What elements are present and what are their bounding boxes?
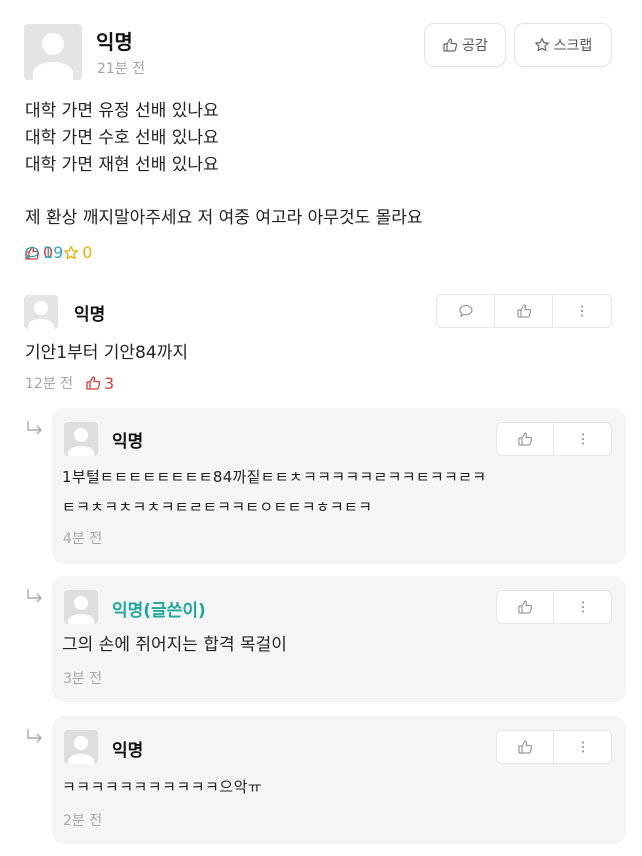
reply-button[interactable]: [437, 295, 495, 327]
thumbs-up-icon: [443, 38, 458, 52]
reply-author: 익명: [112, 432, 144, 452]
reply-actions: [496, 590, 612, 624]
comment-meta: 12분 전 3: [25, 373, 114, 393]
comment-time: 12분 전: [25, 376, 74, 392]
reply-author: 익명: [112, 741, 144, 761]
speech-bubble-icon: [458, 304, 473, 318]
reply-like-button[interactable]: [497, 591, 555, 623]
post-header: 익명 21분 전 공감 스크랩: [24, 22, 624, 82]
like-button[interactable]: 공감: [424, 23, 506, 67]
reply: 익명 1부털ㅌㅌㅌㅌㅌㅌㅌㅌ84까짙ㅌㅌㅊㅋㅋㅋㅋㅋㄹㅋㅋㅌㅋㅋㄹㅋ ㅌㅋㅊㅋㅊ…: [52, 408, 626, 564]
post-time: 21분 전: [97, 61, 146, 77]
reply-like-button[interactable]: [497, 423, 555, 455]
thumbs-up-icon: [518, 432, 533, 446]
post-line: 제 환상 깨지말아주세요 저 여중 여고라 아무것도 몰라요: [25, 208, 423, 228]
reply-time: 4분 전: [63, 531, 103, 547]
reply: 익명(글쓴이) 그의 손에 쥐어지는 합격 목걸이 3분 전: [52, 576, 626, 702]
more-vertical-icon: [581, 741, 584, 753]
more-vertical-icon: [581, 601, 584, 613]
avatar: [64, 422, 98, 456]
reply-like-button[interactable]: [497, 731, 555, 763]
reply-author: 익명(글쓴이): [112, 601, 206, 621]
scrap-label: 스크랩: [553, 38, 593, 54]
thumbs-up-icon: [86, 376, 101, 390]
reply-text-line: 1부털ㅌㅌㅌㅌㅌㅌㅌㅌ84까짙ㅌㅌㅊㅋㅋㅋㅋㅋㄹㅋㅋㅌㅋㅋㄹㅋ: [62, 468, 487, 486]
reply-actions: [496, 422, 612, 456]
comment: 익명 기안1부터 기안84까지 12분 전 3: [24, 292, 624, 402]
reply: 익명 ㅋㅋㅋㅋㅋㅋㅋㅋㅋㅋㅋ으악ㅠ 2분 전: [52, 716, 626, 844]
comment-count: 19: [24, 243, 63, 262]
avatar: [24, 24, 82, 80]
more-vertical-icon: [580, 305, 584, 317]
thumbs-up-icon: [518, 740, 533, 754]
post-body: 대학 가면 유정 선배 있나요 대학 가면 수호 선배 있나요 대학 가면 재현…: [25, 98, 423, 232]
comment-like-button[interactable]: [495, 295, 553, 327]
post-line: 대학 가면 유정 선배 있나요: [25, 101, 219, 121]
thumbs-up-icon: [518, 600, 533, 614]
reply-time: 2분 전: [63, 813, 103, 829]
scrap-button[interactable]: 스크랩: [514, 23, 612, 67]
speech-bubble-icon: [25, 246, 39, 259]
reply-text-line: ㅌㅋㅊㅋㅊㅋㅊㅋㅌㄹㅌㅋㅋㅌㅇㅌㅌㅋㅎㅋㅌㅋ: [62, 498, 373, 516]
reply-text: 그의 손에 쥐어지는 합격 목걸이: [62, 635, 287, 655]
more-vertical-icon: [581, 433, 584, 445]
post-author: 익명: [96, 30, 133, 54]
more-button[interactable]: [554, 731, 611, 763]
more-button[interactable]: [553, 295, 611, 327]
like-label: 공감: [462, 38, 488, 54]
more-button[interactable]: [554, 423, 611, 455]
avatar: [64, 730, 98, 764]
comment-text: 기안1부터 기안84까지: [25, 343, 188, 363]
avatar: [64, 590, 98, 624]
post-line: 대학 가면 재현 선배 있나요: [25, 155, 219, 175]
post-line: 대학 가면 수호 선배 있나요: [25, 128, 219, 148]
reply-arrow-icon: [27, 729, 42, 743]
scrap-count: 0: [63, 243, 92, 262]
comment-author: 익명: [74, 305, 106, 325]
post-stats: 0 19 0: [24, 243, 102, 262]
star-icon: [64, 245, 79, 259]
reply-text: 1부털ㅌㅌㅌㅌㅌㅌㅌㅌ84까짙ㅌㅌㅊㅋㅋㅋㅋㅋㄹㅋㅋㅌㅋㅋㄹㅋ ㅌㅋㅊㅋㅊㅋㅊㅋ…: [62, 462, 486, 522]
star-icon: [534, 37, 549, 52]
comment-actions: [436, 294, 612, 328]
more-button[interactable]: [554, 591, 611, 623]
reply-arrow-icon: [27, 421, 42, 435]
reply-time: 3분 전: [63, 671, 103, 687]
reply-actions: [496, 730, 612, 764]
thumbs-up-icon: [516, 304, 531, 318]
comment-like-count: 3: [85, 374, 114, 393]
avatar: [24, 295, 58, 329]
reply-text: ㅋㅋㅋㅋㅋㅋㅋㅋㅋㅋㅋ으악ㅠ: [62, 778, 263, 796]
reply-arrow-icon: [27, 589, 42, 603]
